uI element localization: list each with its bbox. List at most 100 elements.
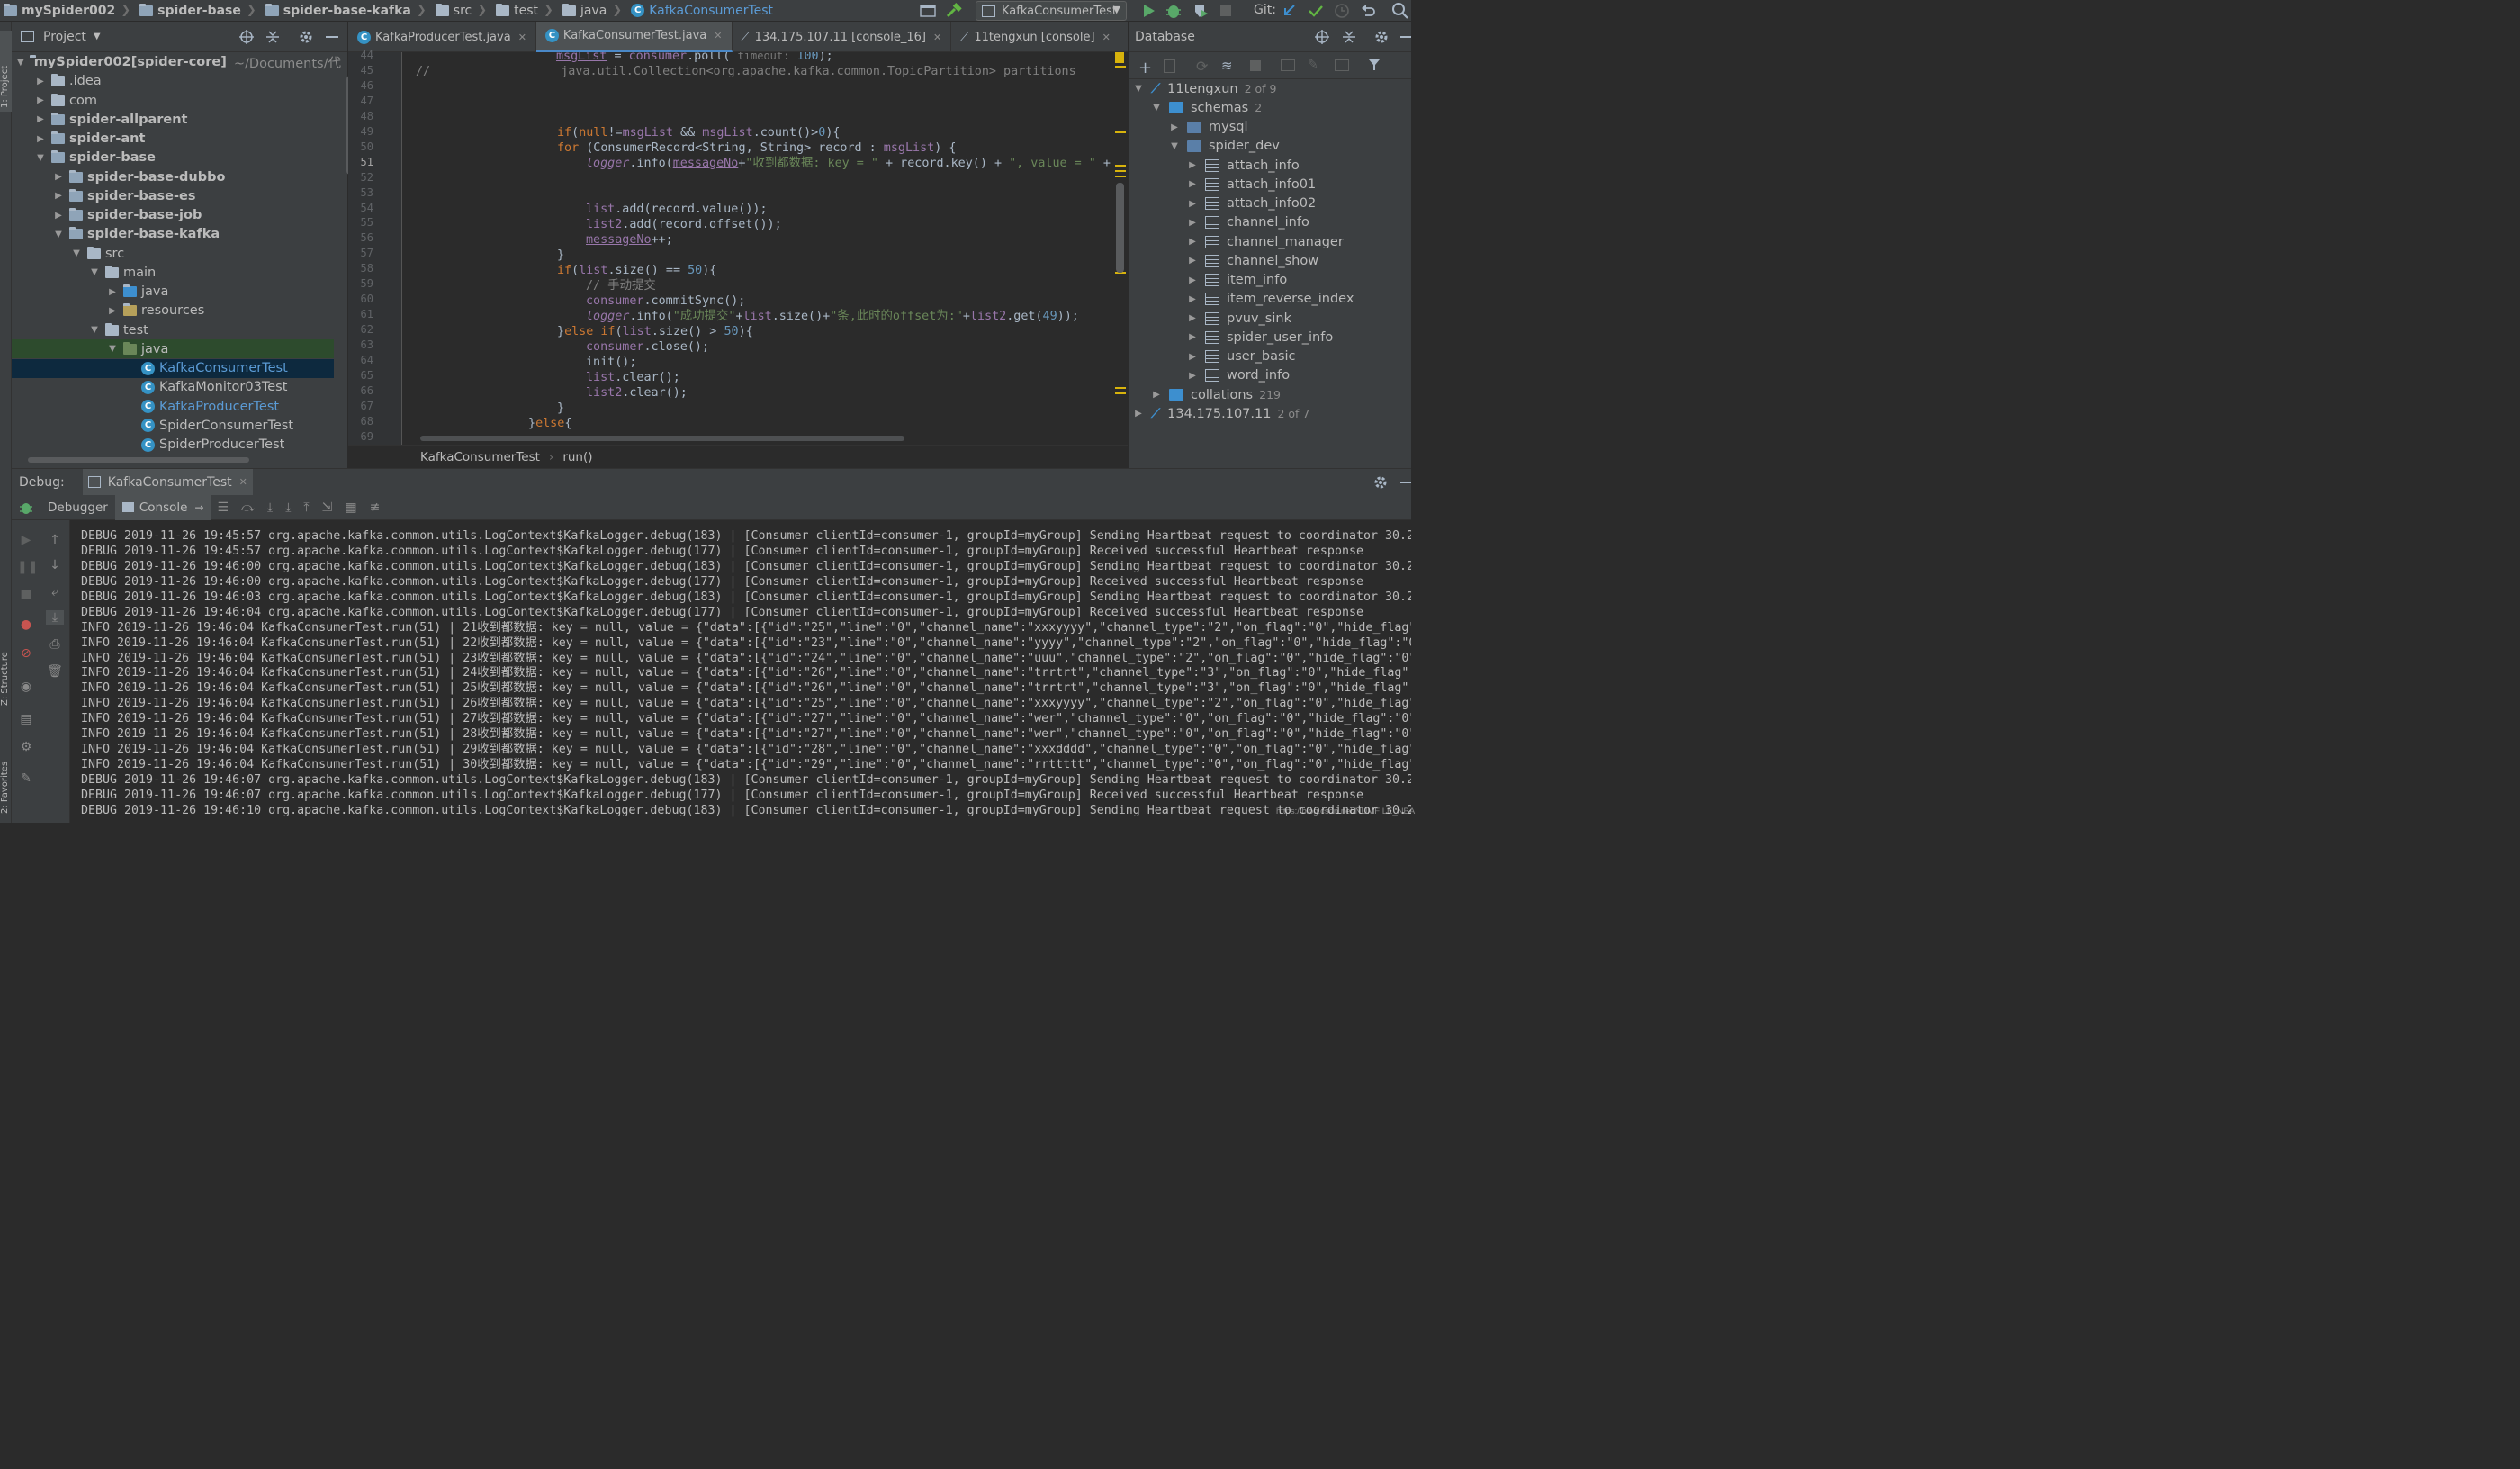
git-update-icon[interactable]	[1282, 3, 1297, 19]
run-configuration-select[interactable]: KafkaConsumerTest ▼	[976, 1, 1127, 21]
mute-breakpoints-icon[interactable]: ⊘	[17, 646, 35, 661]
project-tool-button[interactable]: 1: Project	[0, 66, 10, 108]
breadcrumb-method[interactable]: run()	[562, 450, 592, 464]
scroll-to-end-icon[interactable]: ⤓	[46, 610, 64, 625]
camera-icon[interactable]: ◉	[17, 680, 35, 694]
close-icon[interactable]: ✕	[239, 476, 248, 488]
db-tree-item-channel-manager[interactable]: ▶ channel_manager	[1187, 232, 1344, 251]
tree-item-spiderproducertest[interactable]: C SpiderProducerTest	[12, 436, 334, 455]
db-tree-item-item-info[interactable]: ▶ item_info	[1187, 271, 1287, 290]
soft-wrap-icon[interactable]: ⤶	[46, 585, 64, 599]
editor-tab[interactable]: ⟋ 11tengxun [console] ✕	[951, 22, 1120, 52]
tree-item-main[interactable]: ▼ main	[12, 263, 334, 282]
tree-item-spider-base-dubbo[interactable]: ▶ spider-base-dubbo	[12, 167, 334, 186]
db-tree-item-mysql[interactable]: ▶ mysql	[1169, 118, 1247, 137]
db-tree-item-spider-dev[interactable]: ▼ spider_dev	[1169, 137, 1280, 156]
edit-icon[interactable]: ✎	[1308, 58, 1318, 72]
console-icon[interactable]	[1335, 59, 1349, 71]
step-over-icon[interactable]: ⤼	[241, 500, 255, 515]
tree-item-spider-ant[interactable]: ▶ spider-ant	[12, 130, 334, 149]
code-editor[interactable]: msgList = consumer.poll( timeout: 100); …	[403, 52, 1116, 445]
tree-item-java[interactable]: ▼ java	[12, 339, 334, 359]
breadcrumb-item[interactable]: C KafkaConsumerTest	[627, 0, 777, 22]
tree-item-kafkamonitor03test[interactable]: C KafkaMonitor03Test	[12, 378, 334, 397]
structure-tool-button[interactable]: Z: Structure	[0, 652, 10, 706]
chevron-down-icon[interactable]: ▼	[94, 32, 101, 41]
git-commit-icon[interactable]	[1308, 3, 1324, 19]
db-tree-item-collations[interactable]: ▶ collations 219	[1151, 385, 1281, 404]
breadcrumb-item[interactable]: spider-base-kafka ❯	[262, 0, 432, 22]
gear-icon[interactable]	[1373, 29, 1390, 45]
tree-item-myspider002[interactable]: ▼ mySpider002 [spider-core] ~/Documents/代	[12, 53, 341, 72]
tree-item-spider-base-job[interactable]: ▶ spider-base-job	[12, 206, 334, 225]
gear-icon[interactable]	[1372, 474, 1389, 491]
layout-icon[interactable]: ▤	[17, 712, 35, 726]
tree-item-test[interactable]: ▼ test	[12, 320, 334, 339]
db-tree-item-11tengxun[interactable]: ▼ ⟋ 11tengxun 2 of 9	[1133, 79, 1276, 98]
stop-icon[interactable]: ■	[17, 587, 35, 601]
down-arrow-icon[interactable]: ↓	[46, 558, 64, 572]
tree-item-java[interactable]: ▶ java	[12, 283, 334, 302]
db-tree-item-spider-user-info[interactable]: ▶ spider_user_info	[1187, 328, 1333, 347]
trace-icon[interactable]: ≢	[370, 500, 381, 515]
locate-icon[interactable]	[238, 29, 255, 45]
debug-session-tab[interactable]: KafkaConsumerTest	[108, 475, 232, 490]
db-tree-item-pvuv-sink[interactable]: ▶ pvuv_sink	[1187, 309, 1292, 328]
tree-item-spider-base-kafka[interactable]: ▼ spider-base-kafka	[12, 225, 334, 244]
tree-item-kafkaproducertest[interactable]: C KafkaProducerTest	[12, 397, 334, 416]
favorites-tool-button[interactable]: 2: Favorites	[0, 762, 10, 814]
stop-icon[interactable]	[1220, 5, 1232, 17]
evaluate-expression-icon[interactable]: ▦	[345, 500, 356, 515]
tree-item-kafkaconsumertest[interactable]: C KafkaConsumerTest	[12, 358, 334, 378]
db-tree-item-channel-show[interactable]: ▶ channel_show	[1187, 251, 1318, 270]
db-tree-item-user-basic[interactable]: ▶ user_basic	[1187, 347, 1295, 366]
view-breakpoints-icon[interactable]: ●	[17, 617, 35, 632]
project-view-select[interactable]: Project	[43, 30, 86, 44]
close-icon[interactable]: ✕	[1102, 32, 1111, 43]
refresh-icon[interactable]: ⟳	[1196, 58, 1208, 75]
breadcrumb-item[interactable]: mySpider002 ❯	[0, 0, 136, 22]
tree-item-com[interactable]: ▶ com	[12, 91, 334, 110]
minimize-icon[interactable]	[326, 36, 338, 38]
up-arrow-icon[interactable]: ↑	[46, 533, 64, 547]
db-tree-item-134-175-107-11[interactable]: ▶ ⟋ 134.175.107.11 2 of 7	[1133, 404, 1310, 423]
add-icon[interactable]: +	[1138, 59, 1152, 77]
history-icon[interactable]	[1334, 3, 1350, 19]
run-to-cursor-icon[interactable]: ⇲	[322, 500, 333, 515]
tree-item-spider-allparent[interactable]: ▶ spider-allparent	[12, 110, 334, 129]
collapse-all-icon[interactable]	[1342, 29, 1356, 45]
editor-vertical-scrollbar[interactable]	[1116, 183, 1124, 273]
rerun-icon[interactable]: ▶	[17, 533, 35, 547]
minimize-icon[interactable]	[1400, 482, 1411, 483]
schema-sync-icon[interactable]: ≋	[1221, 58, 1233, 74]
table-view-icon[interactable]	[1281, 59, 1295, 71]
tree-item-spiderconsumertest[interactable]: C SpiderConsumerTest	[12, 416, 334, 435]
tree-item-spider-base[interactable]: ▼ spider-base	[12, 149, 334, 167]
console-output[interactable]: DEBUG 2019-11-26 19:45:57 org.apache.kaf…	[70, 520, 1411, 823]
db-tree-item-item-reverse-index[interactable]: ▶ item_reverse_index	[1187, 290, 1354, 309]
editor-tab[interactable]: C KafkaConsumerTest.java ✕	[536, 22, 733, 52]
print-icon[interactable]: ⎙	[46, 637, 64, 652]
project-horizontal-scrollbar[interactable]	[28, 457, 249, 463]
coverage-icon[interactable]	[1192, 3, 1209, 19]
build-hammer-icon[interactable]	[945, 3, 963, 19]
db-tree-item-attach-info02[interactable]: ▶ attach_info02	[1187, 194, 1316, 213]
close-icon[interactable]: ✕	[933, 32, 941, 43]
gear-icon[interactable]: ⚙	[17, 740, 35, 754]
pin-icon[interactable]: ✎	[17, 771, 35, 786]
step-into-icon[interactable]: ⤓	[267, 500, 273, 515]
stop-icon[interactable]	[1250, 60, 1261, 71]
search-icon[interactable]	[1391, 2, 1409, 20]
tree-item--idea[interactable]: ▶ .idea	[12, 72, 334, 91]
trash-icon[interactable]: 🗑	[46, 664, 64, 679]
db-tree-item-word-info[interactable]: ▶ word_info	[1187, 366, 1290, 385]
console-tab[interactable]: Console →	[114, 494, 212, 520]
debug-bug-icon[interactable]	[1166, 3, 1182, 19]
editor-tab[interactable]: ⟋ 134.175.107.11 [console_16] ✕	[733, 22, 952, 52]
tree-item-src[interactable]: ▼ src	[12, 244, 334, 263]
editor-tab[interactable]: C KafkaProducerTest.java ✕	[348, 22, 536, 52]
breadcrumb-item[interactable]: spider-base ❯	[136, 0, 262, 22]
step-out-icon[interactable]: ⤒	[303, 500, 309, 515]
breadcrumb-item[interactable]: java ❯	[559, 0, 627, 22]
copy-icon[interactable]	[1164, 59, 1175, 73]
